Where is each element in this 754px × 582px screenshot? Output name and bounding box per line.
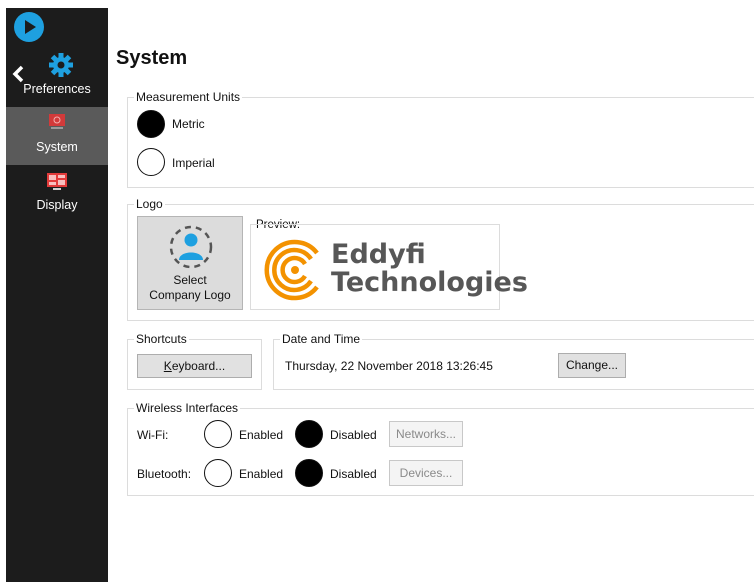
display-panel-icon xyxy=(47,173,67,190)
wifi-disabled-label: Disabled xyxy=(330,428,377,442)
group-title: Wireless Interfaces xyxy=(134,401,241,415)
sidebar-item-system[interactable]: System xyxy=(6,107,108,165)
app-logo-icon[interactable] xyxy=(14,12,44,42)
wifi-disabled-radio[interactable] xyxy=(295,420,323,448)
sidebar-item-label: System xyxy=(36,140,78,154)
bluetooth-disabled-radio[interactable] xyxy=(295,459,323,487)
sidebar-item-label: Display xyxy=(36,198,78,212)
keyboard-button[interactable]: Keyboard... xyxy=(137,354,252,378)
back-chevron-icon[interactable] xyxy=(11,65,25,83)
metric-label: Metric xyxy=(172,117,205,131)
brand-line-1: Eddyfi xyxy=(331,239,426,270)
bluetooth-enabled-radio[interactable] xyxy=(204,459,232,487)
change-datetime-button[interactable]: Change... xyxy=(558,353,626,378)
sidebar: Preferences System Display xyxy=(6,8,108,582)
metric-radio[interactable] xyxy=(137,110,165,138)
system-monitor-icon xyxy=(49,114,65,129)
keyboard-button-label: Keyboard... xyxy=(163,359,226,373)
group-title: Shortcuts xyxy=(134,332,189,346)
bluetooth-label: Bluetooth: xyxy=(137,467,192,481)
group-title: Logo xyxy=(134,197,165,211)
networks-button-label: Networks... xyxy=(395,427,456,441)
page-title: System xyxy=(116,47,188,69)
logo-preview: Eddyfi Technologies xyxy=(250,224,528,310)
brand-line-2: Technologies xyxy=(331,267,528,298)
devices-button[interactable]: Devices... xyxy=(389,460,463,486)
measurement-units-group: Measurement Units xyxy=(127,90,754,188)
wifi-label: Wi-Fi: xyxy=(137,428,169,442)
user-avatar-icon xyxy=(169,225,213,269)
preferences-label: Preferences xyxy=(23,82,91,96)
select-logo-label: Select Company Logo xyxy=(149,273,231,302)
sidebar-item-display[interactable]: Display xyxy=(6,168,108,222)
networks-button[interactable]: Networks... xyxy=(389,421,463,447)
imperial-label: Imperial xyxy=(172,156,215,170)
group-title: Measurement Units xyxy=(134,90,243,104)
select-company-logo-button[interactable]: Select Company Logo xyxy=(137,216,243,310)
bluetooth-disabled-label: Disabled xyxy=(330,467,377,481)
eddyfi-logo-icon xyxy=(264,239,319,301)
wifi-enabled-radio[interactable] xyxy=(204,420,232,448)
bluetooth-enabled-label: Enabled xyxy=(239,467,284,481)
wifi-enabled-label: Enabled xyxy=(239,428,284,442)
gear-icon xyxy=(49,53,73,77)
date-time-value: Thursday, 22 November 2018 13:26:45 xyxy=(285,359,493,373)
group-title: Date and Time xyxy=(280,332,363,346)
imperial-radio[interactable] xyxy=(137,148,165,176)
change-button-label: Change... xyxy=(565,358,619,372)
devices-button-label: Devices... xyxy=(399,466,453,480)
